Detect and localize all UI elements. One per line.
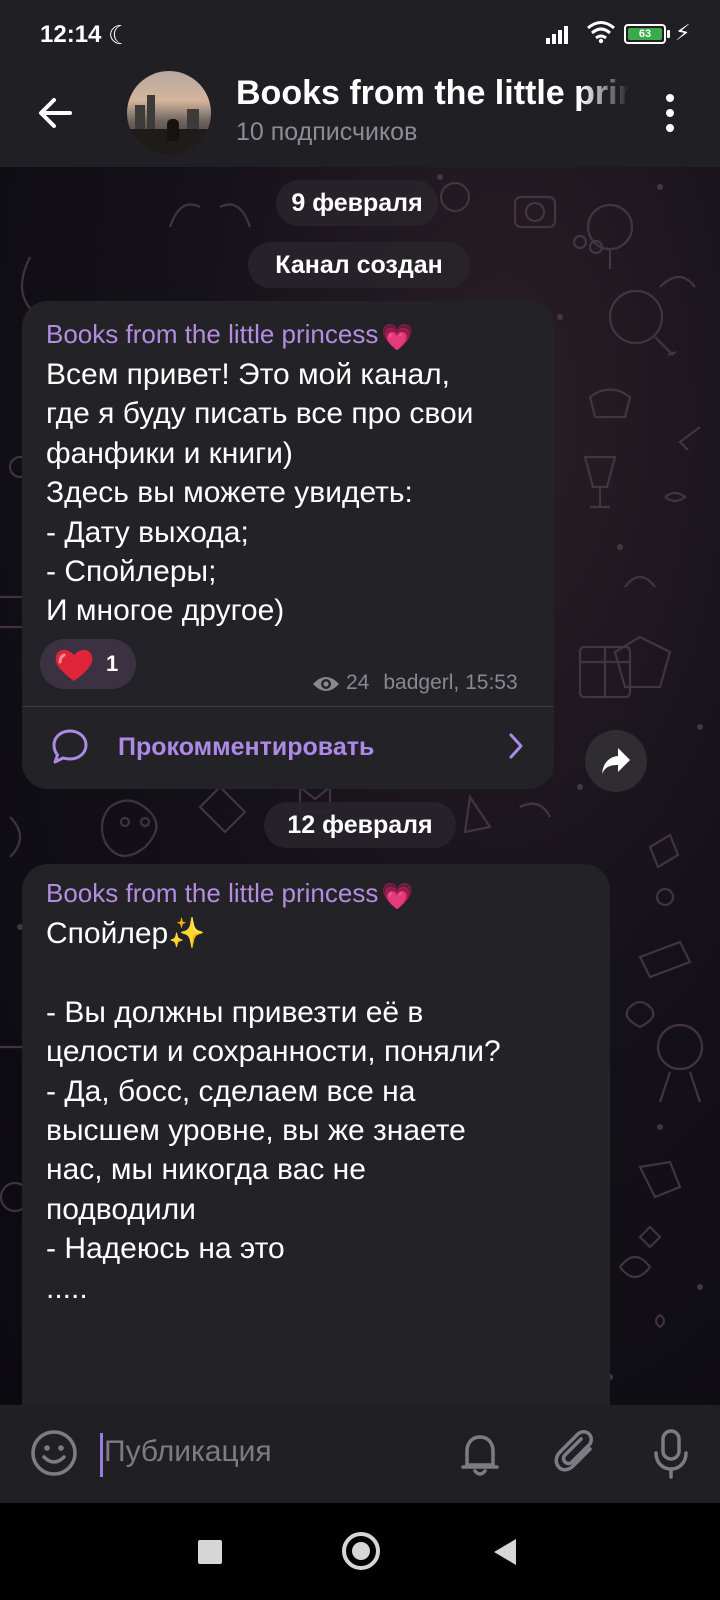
chevron-right-icon xyxy=(509,733,523,759)
smile-icon[interactable] xyxy=(30,1429,78,1477)
recent-apps-square-icon[interactable] xyxy=(198,1540,222,1564)
heart-icon xyxy=(55,649,93,681)
bell-icon[interactable] xyxy=(459,1431,501,1477)
channel-title[interactable]: Books from the little princess xyxy=(236,74,628,113)
back-triangle-icon[interactable] xyxy=(494,1539,516,1565)
subscriber-count: 10 подписчиков xyxy=(236,118,418,146)
status-bar: 12:14 ☾ 63 ⚡ xyxy=(0,0,720,64)
system-nav-bar xyxy=(0,1503,720,1600)
post-author[interactable]: Books from the little princess 💗 xyxy=(46,878,414,912)
post-meta: 24 badgerl, 15:53 xyxy=(312,671,518,695)
comment-bubble-icon xyxy=(52,729,88,764)
back-arrow-icon[interactable] xyxy=(30,88,80,138)
eye-icon xyxy=(313,677,339,691)
status-time: 12:14 xyxy=(40,21,102,48)
battery-tip xyxy=(667,30,670,38)
date-separator-feb-12: 12 февраля xyxy=(264,802,456,848)
share-arrow-icon xyxy=(602,748,630,774)
channel-post[interactable]: Books from the little princess 💗 Всем при… xyxy=(22,301,554,789)
title-fade xyxy=(580,74,630,120)
text-cursor xyxy=(100,1433,103,1477)
pink-heart-emoji: 💗 xyxy=(381,881,414,911)
post-text: Спойлер✨ - Вы должны привезти её в целос… xyxy=(46,917,501,1305)
home-circle-icon[interactable] xyxy=(342,1532,380,1570)
more-vertical-icon[interactable] xyxy=(655,90,685,136)
post-author[interactable]: Books from the little princess 💗 xyxy=(46,319,414,353)
service-message-channel-created: Канал создан xyxy=(248,242,470,288)
comment-button[interactable]: Прокомментировать xyxy=(22,707,554,787)
chat-area[interactable]: 9 февраля Канал создан Books from the li… xyxy=(0,167,720,1405)
date-separator-feb-9: 9 февраля xyxy=(276,180,438,226)
microphone-icon[interactable] xyxy=(653,1429,689,1479)
post-signature-time: badgerl, 15:53 xyxy=(383,671,518,694)
do-not-disturb-moon-icon: ☾ xyxy=(108,20,132,50)
paperclip-icon[interactable] xyxy=(554,1429,600,1477)
comment-label: Прокомментировать xyxy=(118,733,375,761)
view-count: 24 xyxy=(346,671,370,694)
pink-heart-emoji: 💗 xyxy=(381,322,414,352)
cellular-signal-icon xyxy=(546,26,568,44)
heart-reaction-button[interactable]: 1 xyxy=(40,639,136,689)
charging-bolt-icon: ⚡ xyxy=(675,20,691,45)
share-button[interactable] xyxy=(585,730,647,792)
wifi-icon xyxy=(587,21,615,44)
post-text: Всем привет! Это мой канал, где я буду п… xyxy=(46,358,474,628)
channel-post[interactable]: Books from the little princess 💗 Спойлер✨… xyxy=(22,864,610,1405)
battery-icon: 63 xyxy=(624,24,666,44)
battery-level: 63 xyxy=(628,28,662,40)
channel-avatar[interactable] xyxy=(127,71,211,155)
reaction-count: 1 xyxy=(106,651,119,676)
channel-header: Books from the little princess 10 подпис… xyxy=(0,64,720,167)
message-input-bar: Публикация xyxy=(0,1405,720,1503)
publication-input[interactable]: Публикация xyxy=(104,1435,272,1469)
